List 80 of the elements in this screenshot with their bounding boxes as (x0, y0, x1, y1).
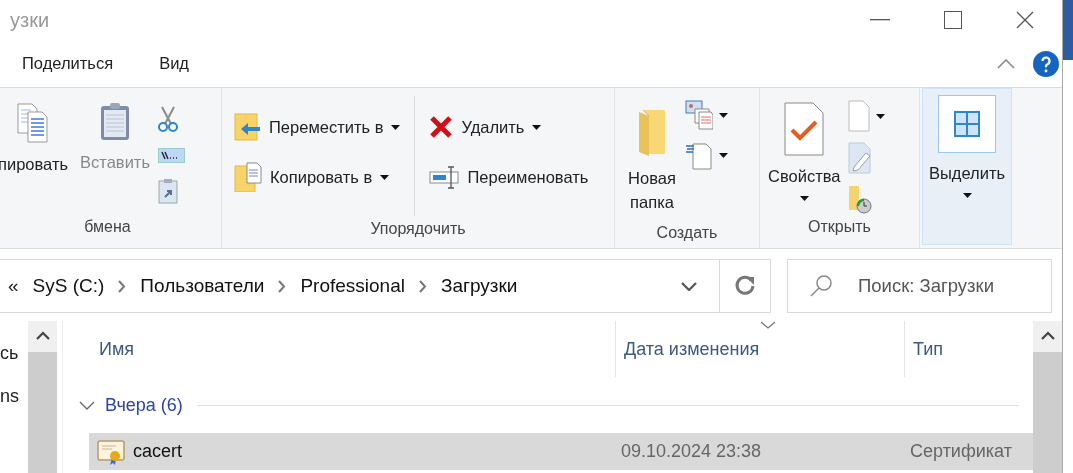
folder-history-icon (848, 184, 873, 214)
ribbon-button[interactable]: Удалить (429, 110, 589, 144)
group-label: Открыть (807, 217, 872, 237)
caret-icon (719, 152, 728, 158)
search-icon (809, 274, 833, 298)
document-icon (848, 100, 871, 132)
group-label: Упорядочить (369, 219, 467, 239)
file-name: cacert (133, 441, 183, 462)
caret-icon (876, 113, 886, 119)
address-bar[interactable]: « SyS (C:) Пользователи Professional Загрузки (0, 259, 720, 313)
shortcut-icon (158, 178, 178, 204)
minimize-icon[interactable] (870, 19, 890, 21)
breadcrumb[interactable]: Загрузки (440, 275, 518, 297)
help-icon[interactable] (1033, 50, 1059, 77)
caret-icon (719, 112, 728, 118)
ribbon-tab[interactable]: Вид (149, 50, 199, 77)
ribbon-button[interactable] (158, 106, 178, 132)
caret-icon (391, 124, 401, 130)
group-label: бмена (83, 217, 132, 237)
overflow-button[interactable]: « (0, 275, 19, 297)
scroll-thumb[interactable] (28, 352, 57, 473)
ribbon-button[interactable]: Новая папка (615, 96, 681, 220)
close-icon[interactable] (1016, 11, 1034, 29)
checkmark-document-icon (784, 102, 825, 156)
folder-icon (637, 108, 667, 158)
ribbon-button[interactable]: Выделить (922, 88, 1012, 245)
maximize-icon[interactable] (944, 11, 962, 29)
breadcrumb[interactable]: Professional (300, 275, 405, 297)
edit-document-icon (848, 142, 873, 174)
refresh-icon (734, 275, 756, 297)
ribbon-button[interactable]: Копировать в (234, 160, 401, 194)
chevron-down-icon[interactable] (681, 281, 697, 291)
ribbon-button[interactable] (848, 100, 886, 132)
caret-icon (380, 174, 390, 180)
scissors-icon (158, 106, 178, 132)
chevron-right-icon[interactable] (118, 279, 127, 293)
path-icon (158, 147, 185, 163)
column-header[interactable]: Дата изменения (615, 321, 904, 377)
certificate-icon (97, 437, 125, 466)
refresh-button[interactable] (719, 259, 771, 313)
ribbon-button[interactable]: Переместить в (234, 110, 401, 144)
column-header[interactable]: Имя (91, 321, 615, 377)
search-field[interactable]: Поиск: Загрузки (787, 259, 1052, 313)
scroll-up-icon[interactable] (35, 331, 50, 340)
ribbon-button[interactable]: Переименовать (429, 160, 589, 194)
ribbon-button[interactable] (685, 100, 728, 130)
caret-icon (962, 193, 972, 198)
group-header[interactable]: Вчера (6) (79, 394, 183, 416)
collapse-ribbon-icon[interactable] (997, 58, 1015, 69)
folder-copy-icon (234, 162, 262, 192)
scrollbar[interactable] (28, 321, 57, 473)
sort-icon (760, 321, 776, 329)
ribbon-button[interactable] (685, 140, 728, 170)
ribbon-button[interactable] (848, 184, 873, 214)
chevron-right-icon[interactable] (418, 279, 427, 293)
breadcrumb[interactable]: SyS (C:) (32, 275, 105, 297)
navigation-item[interactable]: ns (0, 386, 28, 407)
scroll-up-icon[interactable] (1040, 331, 1055, 340)
copy-documents-icon (16, 102, 51, 144)
ribbon-button[interactable]: Свойства (760, 96, 845, 207)
ribbon-button[interactable]: пировать (0, 96, 73, 182)
caret-icon (799, 196, 809, 201)
file-row[interactable]: cacert 09.10.2024 23:38 Сертификат (89, 433, 1033, 470)
delete-icon (429, 115, 454, 139)
table-cell-text: Сертификат (909, 441, 1013, 462)
document-icon (685, 140, 713, 170)
grid-icon (938, 95, 996, 153)
table-cell-text: 09.10.2024 23:38 (620, 441, 763, 462)
chevron-right-icon[interactable] (278, 279, 287, 293)
rename-icon (429, 165, 460, 189)
navigation-item[interactable]: сь (0, 343, 28, 364)
ribbon-tab[interactable]: Поделиться (12, 50, 124, 77)
scroll-thumb[interactable] (1033, 352, 1062, 473)
breadcrumb[interactable]: Пользователи (140, 275, 265, 297)
new-item-icon (685, 100, 713, 130)
group-label: Создать (655, 223, 719, 243)
scrollbar[interactable] (1033, 321, 1062, 473)
caret-icon (532, 124, 542, 130)
ribbon-button[interactable] (158, 178, 178, 204)
window-title: узки (9, 8, 50, 32)
